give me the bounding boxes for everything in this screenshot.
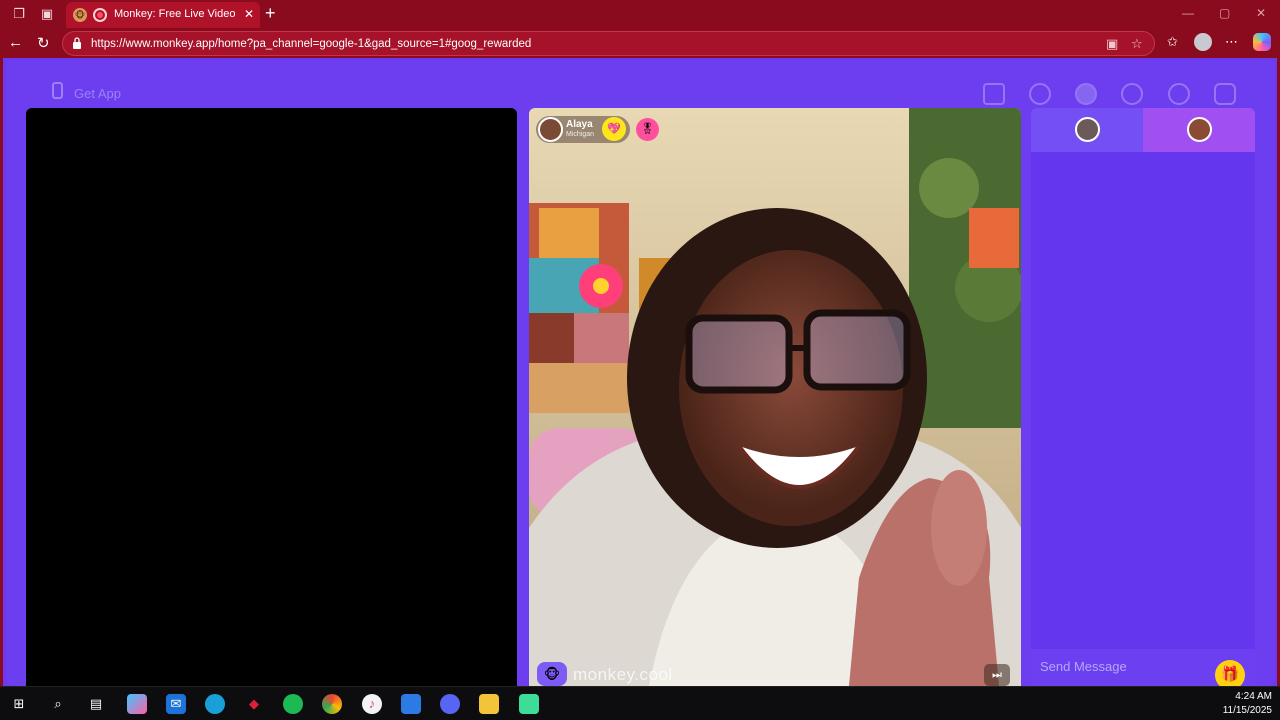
tab-close-button[interactable]: ✕ [244, 7, 254, 21]
tab-actions-icon[interactable]: ▣ [38, 5, 56, 23]
taskbar-search-icon[interactable]: ⌕ [48, 694, 68, 714]
minimize-button[interactable]: — [1182, 6, 1194, 20]
phone-icon [52, 82, 63, 99]
file-explorer-icon[interactable] [479, 694, 499, 714]
chat-tab-peer[interactable] [1143, 108, 1255, 152]
self-avatar [1075, 117, 1100, 142]
clock-date: 11/15/2025 [1222, 705, 1272, 716]
search-icon[interactable] [1029, 83, 1051, 105]
url-text[interactable]: https://www.monkey.app/home?pa_channel=g… [91, 38, 531, 50]
peer-location: Michigan [566, 131, 595, 138]
clock-time: 4:24 AM [1235, 691, 1272, 702]
edge-icon[interactable] [205, 694, 225, 714]
tab-monkey[interactable]: 🐵 Monkey: Free Live Video Chat ✕ [66, 2, 260, 28]
monkey-logo-icon: 🐵 [537, 662, 567, 686]
store-icon[interactable] [401, 694, 421, 714]
itunes-icon[interactable]: ♪ [362, 694, 382, 714]
new-tab-button[interactable]: + [265, 3, 276, 24]
heart-badge-icon[interactable]: 💖 [602, 117, 626, 141]
start-button-icon[interactable]: ⊞ [9, 694, 29, 714]
peer-chat-avatar [1187, 117, 1212, 142]
spotify-icon[interactable] [283, 694, 303, 714]
history-icon[interactable] [1121, 83, 1143, 105]
shop-icon[interactable] [983, 83, 1005, 105]
chat-icon[interactable] [1168, 83, 1190, 105]
peer-video-image [529, 108, 1021, 686]
monkey-favicon-icon: 🐵 [73, 8, 87, 22]
gift-badge-icon[interactable]: 🎖 [636, 118, 659, 141]
system-clock[interactable]: 4:24 AM 11/15/2025 [1222, 690, 1272, 718]
profile-icon[interactable] [1075, 83, 1097, 105]
tab-title: Monkey: Free Live Video Chat [114, 8, 236, 20]
more-menu-icon[interactable]: ⋯ [1225, 34, 1238, 50]
chrome-icon[interactable] [322, 694, 342, 714]
browser-navigation-bar: ← ↻ https://www.monkey.app/home?pa_chann… [0, 28, 1280, 58]
copilot-icon[interactable] [1253, 33, 1271, 51]
camera-permission-icon[interactable]: ▣ [1106, 36, 1118, 52]
lock-icon [73, 37, 81, 49]
self-video-panel [26, 108, 517, 686]
back-arrow-icon[interactable]: ← [8, 34, 23, 51]
refresh-icon[interactable]: ↻ [37, 34, 50, 52]
chat-panel: Send Message [1031, 108, 1255, 686]
windows-taskbar: ⊞ ⌕ ▤ ✉ ◆ ♪ 4:24 AM 11/15/2025 [0, 686, 1280, 720]
favorites-icon[interactable]: ✩ [1167, 34, 1178, 50]
peer-video-panel [529, 108, 1021, 686]
settings-icon[interactable] [1214, 83, 1236, 105]
message-placeholder: Send Message [1040, 659, 1127, 674]
skip-button[interactable]: ⏭ [984, 664, 1010, 686]
profile-avatar[interactable] [1194, 33, 1212, 51]
get-app-label: Get App [74, 86, 121, 101]
peer-name: Alaya [566, 119, 593, 130]
favorite-star-icon[interactable]: ☆ [1131, 36, 1143, 52]
workspaces-icon[interactable]: ❐ [10, 5, 28, 23]
address-bar[interactable]: https://www.monkey.app/home?pa_channel=g… [62, 31, 1155, 56]
discord-icon[interactable] [440, 694, 460, 714]
browser-title-bar: ❐ ▣ 🐵 Monkey: Free Live Video Chat ✕ + —… [0, 0, 1280, 28]
close-window-button[interactable]: ✕ [1256, 6, 1266, 20]
chat-tab-self[interactable] [1031, 108, 1143, 152]
red-app-icon[interactable]: ◆ [244, 694, 264, 714]
task-view-icon[interactable]: ▤ [86, 694, 106, 714]
get-app-button[interactable]: Get App [46, 82, 136, 108]
copilot-taskbar-icon[interactable] [127, 694, 147, 714]
active-app-icon[interactable] [513, 687, 545, 720]
watermark-text: monkey.cool [573, 665, 673, 684]
recording-indicator-icon [93, 8, 107, 22]
maximize-button[interactable]: ▢ [1219, 6, 1230, 20]
mail-icon[interactable]: ✉ [166, 694, 186, 714]
peer-avatar[interactable] [538, 117, 563, 142]
